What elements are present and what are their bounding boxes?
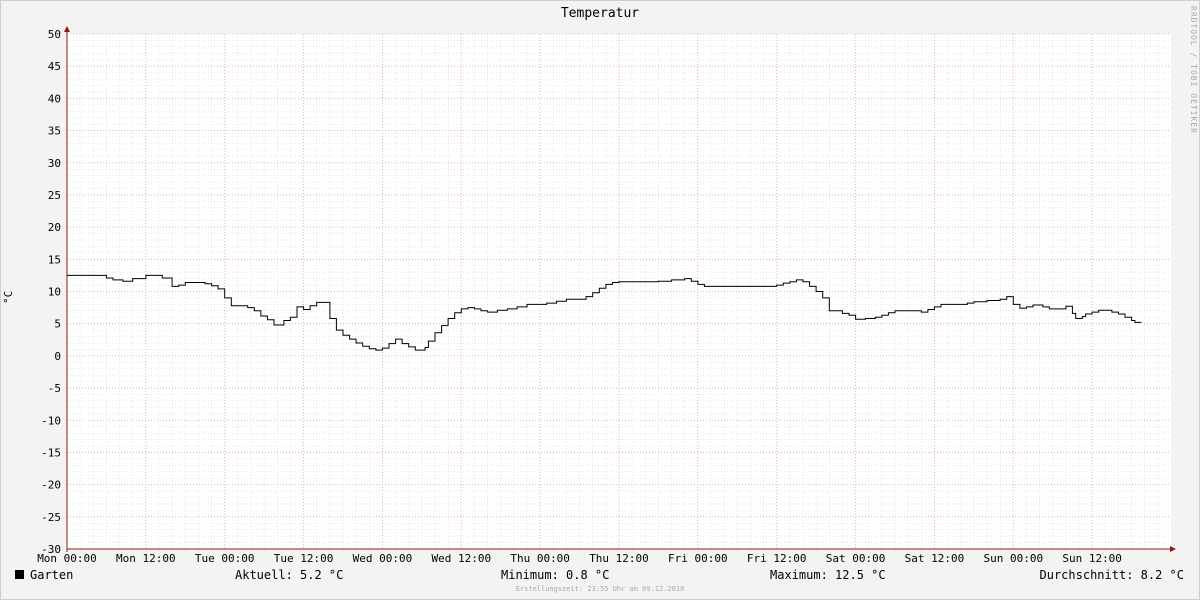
x-tick-label: Mon 00:00 [37,552,97,565]
y-tick-label: -20 [41,479,61,492]
x-tick-label: Mon 12:00 [116,552,176,565]
y-tick-label: 50 [48,28,61,41]
legend-current: Aktuell: 5.2 °C [235,568,344,582]
legend-average: Durchschnitt: 8.2 °C [1039,568,1185,582]
x-tick-label: Sat 12:00 [905,552,965,565]
x-tick-label: Sun 00:00 [983,552,1043,565]
creation-time: Erstellungszeit: 23:55 Uhr am 09.12.2018 [515,585,685,593]
y-tick-label: 10 [48,286,61,299]
y-tick-label: 45 [48,60,61,73]
x-tick-label: Tue 00:00 [195,552,255,565]
x-tick-label: Fri 12:00 [747,552,807,565]
y-tick-label: -10 [41,414,61,427]
y-axis-arrow [64,26,70,32]
x-tick-label: Wed 12:00 [431,552,491,565]
x-tick-label: Sat 00:00 [826,552,886,565]
y-tick-label: -5 [48,382,61,395]
y-tick-label: 0 [54,350,61,363]
x-tick-label: Wed 00:00 [353,552,413,565]
y-tick-label: 30 [48,157,61,170]
x-tick-label: Fri 00:00 [668,552,728,565]
y-tick-label: -25 [41,511,61,524]
y-tick-label: 20 [48,221,61,234]
legend-minimum: Minimum: 0.8 °C [501,568,610,582]
x-axis-arrow [1170,546,1176,552]
y-tick-label: 25 [48,189,61,202]
x-tick-label: Tue 12:00 [274,552,334,565]
y-tick-label: -15 [41,446,61,459]
y-tick-label: 35 [48,125,61,138]
x-tick-label: Thu 12:00 [589,552,649,565]
temperature-chart: 50454035302520151050-5-10-15-20-25-30Mon… [37,26,1176,565]
y-tick-label: 5 [54,318,61,331]
x-tick-label: Sun 12:00 [1062,552,1122,565]
x-tick-label: Thu 00:00 [510,552,570,565]
legend-maximum: Maximum: 12.5 °C [770,568,886,582]
y-tick-label: 15 [48,253,61,266]
legend-swatch [15,570,24,579]
y-tick-label: 40 [48,92,61,105]
legend-series-name: Garten [30,568,74,582]
